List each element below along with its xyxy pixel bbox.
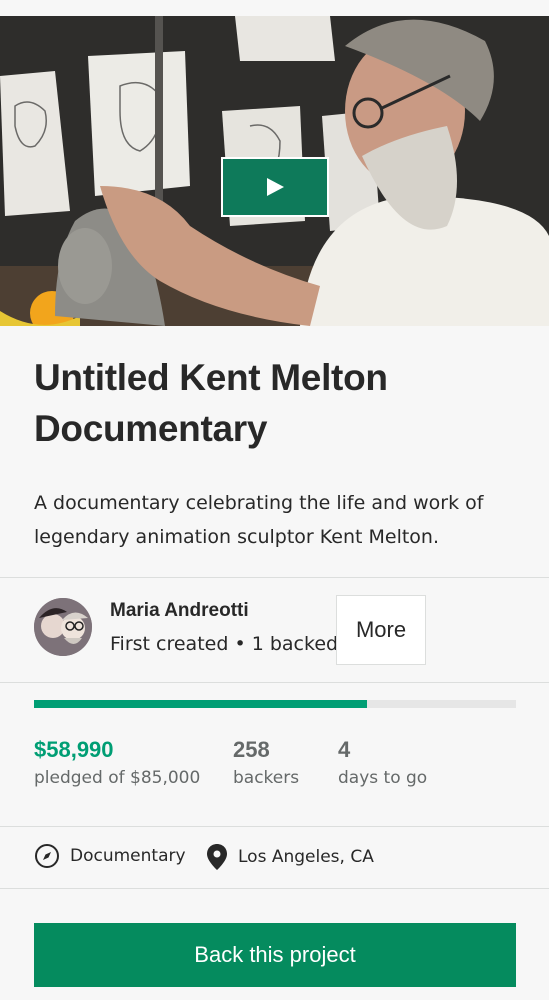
creator-meta: First created • 1 backed	[110, 633, 338, 655]
days-label: days to go	[338, 768, 428, 788]
funding-progress-bar	[34, 700, 516, 708]
category-label: Documentary	[70, 846, 186, 866]
divider	[0, 577, 549, 578]
more-button[interactable]: More	[336, 595, 426, 665]
funding-progress-fill	[34, 700, 367, 708]
divider	[0, 682, 549, 683]
meta-separator: •	[234, 633, 246, 655]
pledged-label: pledged of $85,000	[34, 768, 201, 788]
avatar-photo	[34, 598, 92, 656]
category-tag[interactable]: Documentary	[34, 843, 186, 869]
creator-name[interactable]: Maria Andreotti	[110, 600, 249, 622]
pledged-amount: $58,990	[34, 737, 114, 762]
divider	[0, 826, 549, 827]
play-button[interactable]	[221, 157, 329, 217]
map-pin-icon	[207, 844, 227, 870]
divider	[0, 888, 549, 889]
project-video[interactable]	[0, 16, 549, 326]
backed-count: 1 backed	[251, 633, 339, 655]
project-page: Untitled Kent Melton Documentary A docum…	[0, 0, 549, 1000]
project-blurb: A documentary celebrating the life and w…	[34, 492, 484, 548]
compass-icon	[35, 844, 59, 868]
backers-count: 258	[233, 737, 270, 762]
project-title: Untitled Kent Melton Documentary	[34, 357, 388, 449]
location-label: Los Angeles, CA	[238, 847, 374, 867]
play-icon	[267, 178, 284, 196]
creator-avatar[interactable]	[34, 598, 92, 656]
backers-label: backers	[233, 768, 300, 788]
days-remaining: 4	[338, 737, 351, 762]
back-this-project-button[interactable]: Back this project	[34, 923, 516, 987]
first-created-label: First created	[110, 633, 229, 655]
location-tag[interactable]: Los Angeles, CA	[206, 843, 374, 871]
